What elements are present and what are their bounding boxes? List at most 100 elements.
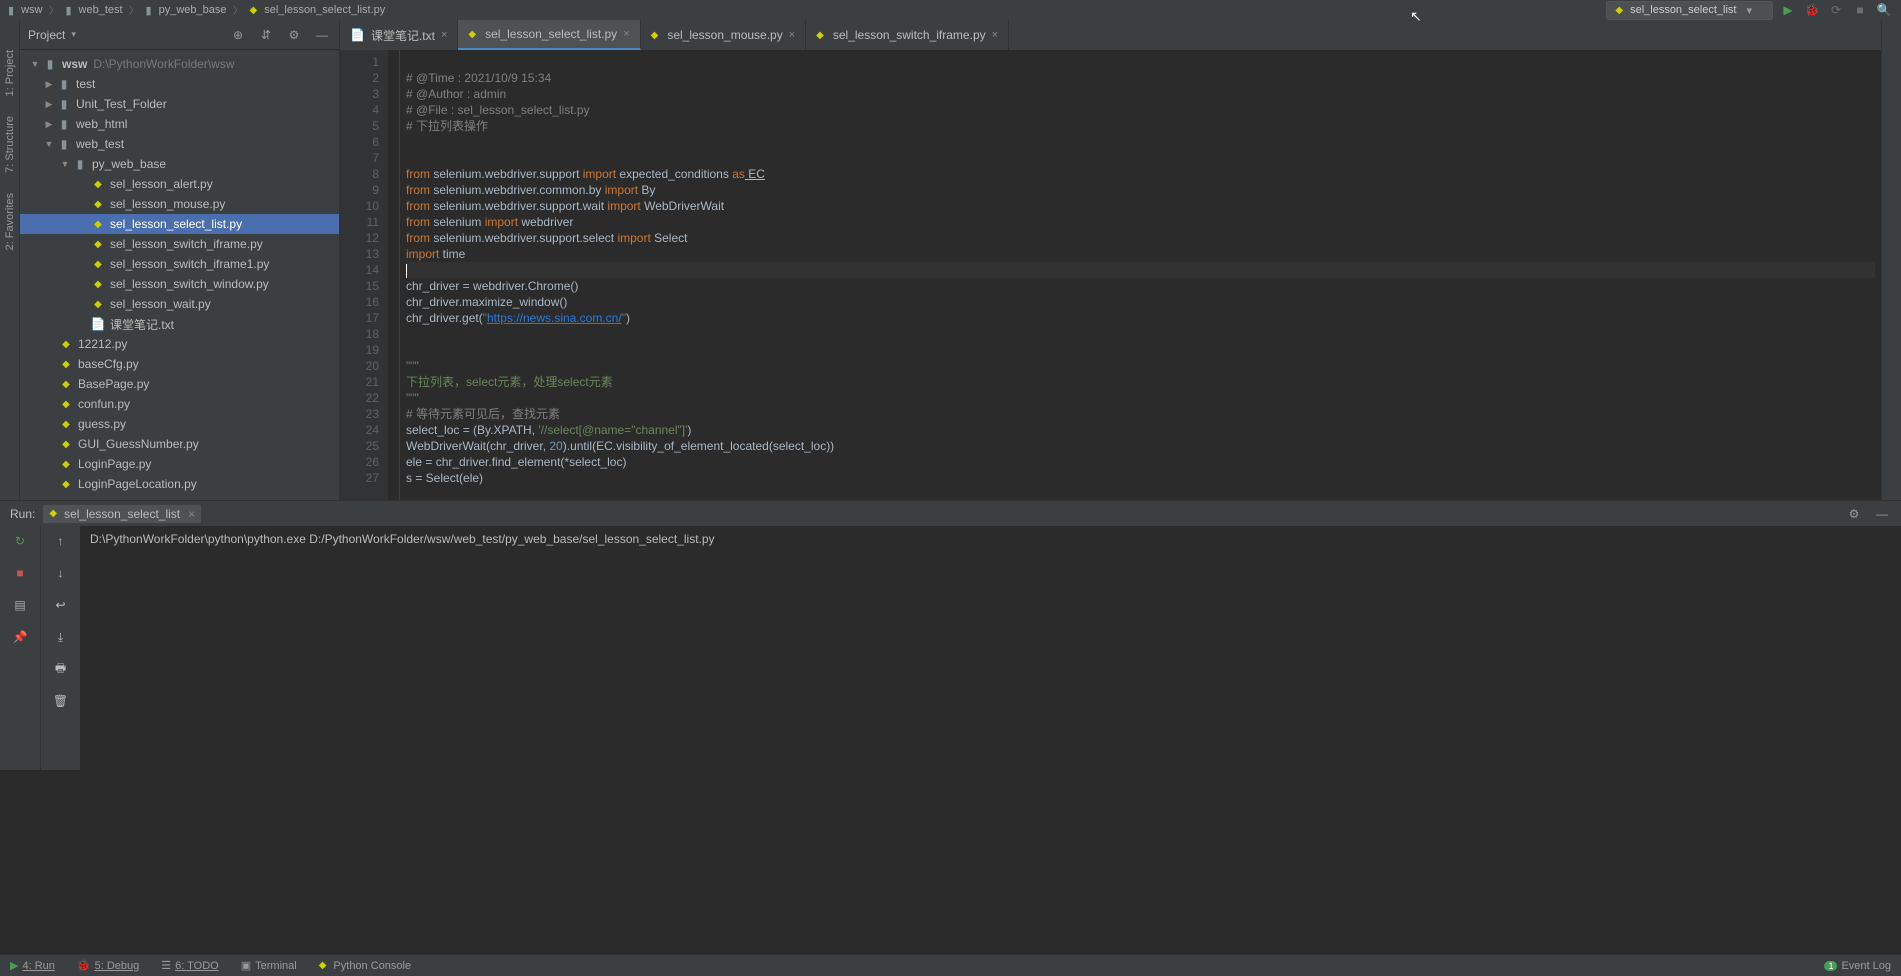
tab-mouse[interactable]: ◆sel_lesson_mouse.py×: [641, 20, 807, 50]
tree-file[interactable]: ◆sel_lesson_switch_iframe.py: [20, 234, 339, 254]
tree-file-selected[interactable]: ◆sel_lesson_select_list.py: [20, 214, 339, 234]
print-icon[interactable]: 🖶: [52, 660, 70, 678]
status-run[interactable]: ▶4: Run: [10, 959, 55, 972]
status-eventlog[interactable]: 1Event Log: [1824, 960, 1891, 972]
up-icon[interactable]: ↑: [52, 532, 70, 550]
code-content[interactable]: # @Time : 2021/10/9 15:34 # @Author : ad…: [400, 50, 1881, 500]
tab-notes[interactable]: 📄课堂笔记.txt×: [340, 20, 458, 50]
python-icon: ◆: [651, 30, 659, 41]
close-icon[interactable]: ×: [992, 29, 998, 41]
tree-label: web_html: [76, 117, 127, 131]
arrow-down-icon[interactable]: ▼: [58, 159, 72, 169]
tree-file[interactable]: ◆sel_lesson_mouse.py: [20, 194, 339, 214]
chevron-right-icon: 〉: [48, 2, 59, 18]
python-icon: ◆: [90, 259, 106, 270]
delete-icon[interactable]: 🗑: [52, 692, 70, 710]
pin-icon[interactable]: 📌: [11, 628, 29, 646]
tree-file[interactable]: ◆sel_lesson_switch_window.py: [20, 274, 339, 294]
tree-file[interactable]: ◆sel_lesson_wait.py: [20, 294, 339, 314]
code-line: # @File : sel_lesson_select_list.py: [406, 103, 590, 117]
layout-icon[interactable]: ▤: [11, 596, 29, 614]
arrow-right-icon[interactable]: ▶: [42, 79, 56, 90]
collapse-icon[interactable]: ⇵: [257, 26, 275, 44]
status-pyconsole[interactable]: ◆Python Console: [319, 959, 411, 972]
hide-icon[interactable]: —: [313, 26, 331, 44]
crumb-1[interactable]: web_test: [79, 4, 123, 16]
arrow-right-icon[interactable]: ▶: [42, 99, 56, 110]
run-button[interactable]: ▶: [1779, 1, 1797, 19]
crumb-3[interactable]: sel_lesson_select_list.py: [264, 4, 385, 16]
tree-file[interactable]: ◆LoginPage.py: [20, 454, 339, 474]
project-tree[interactable]: ▼ ▮ wsw D:\PythonWorkFolder\wsw ▶▮test ▶…: [20, 50, 339, 500]
status-terminal[interactable]: ▣Terminal: [241, 959, 297, 972]
stop-icon[interactable]: ■: [11, 564, 29, 582]
text-icon: 📄: [90, 317, 106, 331]
status-debug[interactable]: 🐞5: Debug: [77, 959, 139, 972]
tab-label: sel_lesson_switch_iframe.py: [833, 28, 986, 42]
tree-folder[interactable]: ▶▮web_html: [20, 114, 339, 134]
arrow-down-icon[interactable]: ▼: [42, 139, 56, 149]
tree-file[interactable]: ◆sel_lesson_alert.py: [20, 174, 339, 194]
rerun-icon[interactable]: ↻: [11, 532, 29, 550]
crumb-0[interactable]: wsw: [21, 4, 42, 16]
tree-label: LoginPageLocation.py: [78, 477, 197, 491]
gear-icon[interactable]: ⚙: [285, 26, 303, 44]
tab-iframe[interactable]: ◆sel_lesson_switch_iframe.py×: [806, 20, 1009, 50]
python-icon: ◆: [58, 479, 74, 490]
close-icon[interactable]: ×: [188, 507, 195, 521]
tree-file[interactable]: ◆baseCfg.py: [20, 354, 339, 374]
arrow-down-icon[interactable]: ▼: [28, 59, 42, 69]
tree-root[interactable]: ▼ ▮ wsw D:\PythonWorkFolder\wsw: [20, 54, 339, 74]
tree-file[interactable]: ◆confun.py: [20, 394, 339, 414]
run-panel-tab[interactable]: ◆ sel_lesson_select_list ×: [43, 505, 201, 523]
down-icon[interactable]: ↓: [52, 564, 70, 582]
python-icon: ◆: [90, 299, 106, 310]
console-output[interactable]: D:\PythonWorkFolder\python\python.exe D:…: [80, 526, 1901, 770]
tree-file[interactable]: 📄课堂笔记.txt: [20, 314, 339, 334]
fold-gutter[interactable]: [388, 50, 400, 500]
status-label: 6: TODO: [175, 960, 219, 972]
debug-button[interactable]: 🐞: [1803, 1, 1821, 19]
tree-folder[interactable]: ▶▮test: [20, 74, 339, 94]
breadcrumb: ▮ wsw 〉 ▮ web_test 〉 ▮ py_web_base 〉 ◆ s…: [8, 2, 385, 18]
code-editor[interactable]: 1234567891011121314151617181920212223242…: [340, 50, 1881, 500]
favorites-tool-tab[interactable]: 2: Favorites: [4, 193, 16, 250]
tree-folder[interactable]: ▶▮Unit_Test_Folder: [20, 94, 339, 114]
tree-label: test: [76, 77, 95, 91]
structure-tool-tab[interactable]: 7: Structure: [4, 116, 16, 173]
chevron-right-icon: 〉: [129, 2, 140, 18]
arrow-right-icon[interactable]: ▶: [42, 119, 56, 130]
code-line: from selenium.webdriver.support import e…: [406, 167, 765, 181]
python-icon: ◆: [58, 399, 74, 410]
python-icon: ◆: [58, 439, 74, 450]
python-icon: ◆: [58, 339, 74, 350]
search-button[interactable]: 🔍: [1875, 1, 1893, 19]
scroll-icon[interactable]: ⤓: [52, 628, 70, 646]
folder-icon: ▮: [65, 4, 71, 17]
close-icon[interactable]: ×: [789, 29, 795, 41]
tree-file[interactable]: ◆guess.py: [20, 414, 339, 434]
gear-icon[interactable]: ⚙: [1845, 505, 1863, 523]
tree-file[interactable]: ◆ LoginPageLocation.py: [20, 474, 339, 494]
coverage-button[interactable]: ⟳: [1827, 1, 1845, 19]
tree-file[interactable]: ◆sel_lesson_switch_iframe1.py: [20, 254, 339, 274]
run-config-selector[interactable]: ◆ sel_lesson_select_list ▾: [1606, 1, 1773, 20]
tab-select-list[interactable]: ◆sel_lesson_select_list.py×: [458, 20, 640, 50]
stop-button[interactable]: ■: [1851, 1, 1869, 19]
project-tool-tab[interactable]: 1: Project: [4, 50, 16, 96]
tree-file[interactable]: ◆GUI_GuessNumber.py: [20, 434, 339, 454]
folder-icon: ▮: [42, 57, 58, 71]
tree-file[interactable]: ◆12212.py: [20, 334, 339, 354]
chevron-down-icon[interactable]: ▾: [71, 29, 76, 40]
tree-file[interactable]: ◆BasePage.py: [20, 374, 339, 394]
target-icon[interactable]: ⊕: [229, 26, 247, 44]
status-todo[interactable]: ☰6: TODO: [161, 959, 218, 972]
tree-folder[interactable]: ▼▮py_web_base: [20, 154, 339, 174]
close-icon[interactable]: ×: [623, 28, 629, 40]
hide-icon[interactable]: —: [1873, 505, 1891, 523]
crumb-2[interactable]: py_web_base: [159, 4, 227, 16]
wrap-icon[interactable]: ↩: [52, 596, 70, 614]
folder-icon: ▮: [8, 4, 14, 17]
close-icon[interactable]: ×: [441, 29, 447, 41]
tree-folder[interactable]: ▼▮web_test: [20, 134, 339, 154]
